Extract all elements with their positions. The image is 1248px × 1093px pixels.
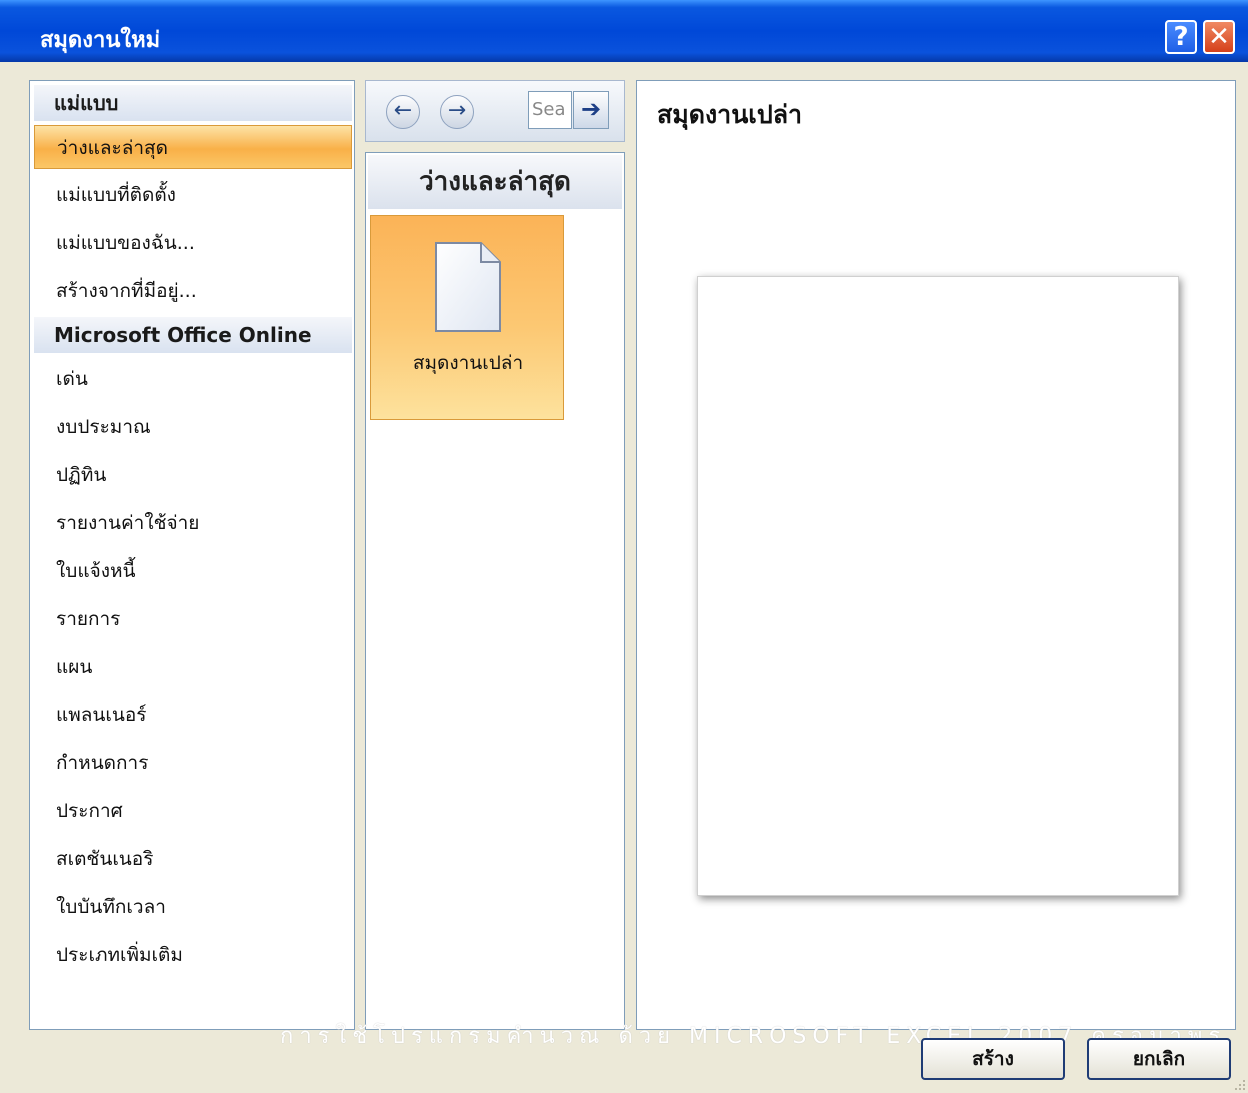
category-item-stationery[interactable]: สเตชันเนอริ <box>34 837 352 881</box>
category-item-planners[interactable]: แพลนเนอร์ <box>34 693 352 737</box>
back-arrow-icon[interactable]: ← <box>386 95 420 129</box>
category-header-office-online: Microsoft Office Online <box>34 317 352 353</box>
title-bar[interactable]: สมุดงานใหม่ ? ✕ <box>0 0 1248 62</box>
category-pane: แม่แบบ ว่างและล่าสุด แม่แบบที่ติดตั้ง แม… <box>29 80 355 1030</box>
category-header-templates: แม่แบบ <box>34 85 352 121</box>
category-item-installed-templates[interactable]: แม่แบบที่ติดตั้ง <box>34 173 352 217</box>
category-item-featured[interactable]: เด่น <box>34 357 352 401</box>
new-workbook-dialog: สมุดงานใหม่ ? ✕ แม่แบบ ว่างและล่าสุด แม่… <box>0 0 1248 1093</box>
category-item-calendars[interactable]: ปฏิทิน <box>34 453 352 497</box>
slide-caption: การใช้โปรแกรมคำนวณ ด้วย MICROSOFT EXCEL … <box>280 1024 1220 1049</box>
category-item-expense-reports[interactable]: รายงานค่าใช้จ่าย <box>34 501 352 545</box>
template-pane-header: ว่างและล่าสุด <box>368 155 622 209</box>
template-tile-label: สมุดงานเปล่า <box>412 352 524 374</box>
category-item-lists[interactable]: รายการ <box>34 597 352 641</box>
category-item-new-from-existing[interactable]: สร้างจากที่มีอยู่... <box>34 269 352 313</box>
search-input[interactable]: Sea <box>528 91 572 129</box>
preview-image <box>697 276 1179 896</box>
preview-pane: สมุดงานเปล่า <box>636 80 1236 1030</box>
category-item-time-sheets[interactable]: ใบบันทึกเวลา <box>34 885 352 929</box>
cancel-button[interactable]: ยกเลิก <box>1087 1038 1231 1080</box>
category-item-budgets[interactable]: งบประมาณ <box>34 405 352 449</box>
create-button[interactable]: สร้าง <box>921 1038 1065 1080</box>
blank-document-icon <box>435 242 501 332</box>
category-item-announcements[interactable]: ประกาศ <box>34 789 352 833</box>
category-item-my-templates[interactable]: แม่แบบของฉัน... <box>34 221 352 265</box>
forward-arrow-icon[interactable]: → <box>440 95 474 129</box>
close-button[interactable]: ✕ <box>1203 20 1235 54</box>
category-item-blank-and-recent[interactable]: ว่างและล่าสุด <box>34 125 352 169</box>
category-item-plans[interactable]: แผน <box>34 645 352 689</box>
help-button[interactable]: ? <box>1165 20 1197 54</box>
template-pane: ว่างและล่าสุด สมุดงานเปล่า <box>365 152 625 1030</box>
resize-grip-icon[interactable] <box>1234 1079 1246 1091</box>
category-item-invoices[interactable]: ใบแจ้งหนี้ <box>34 549 352 593</box>
window-title: สมุดงานใหม่ <box>40 28 161 53</box>
category-item-more-categories[interactable]: ประเภทเพิ่มเติม <box>34 933 352 977</box>
template-tile-blank-workbook[interactable]: สมุดงานเปล่า <box>370 215 564 420</box>
go-arrow-icon[interactable]: ➔ <box>573 91 609 129</box>
category-item-schedules[interactable]: กำหนดการ <box>34 741 352 785</box>
preview-title: สมุดงานเปล่า <box>657 100 803 129</box>
